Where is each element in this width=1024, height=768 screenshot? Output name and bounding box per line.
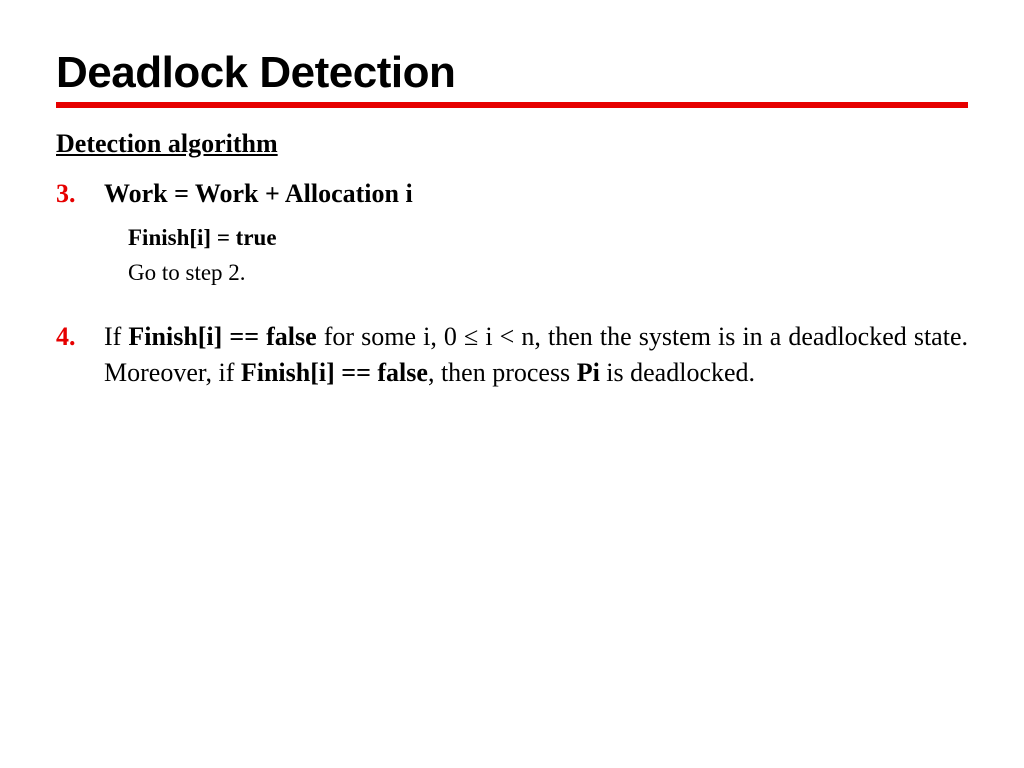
text-run-bold: Finish[i] == false xyxy=(241,358,428,387)
item-3-sublines: Finish[i] = true Go to step 2. xyxy=(128,222,968,289)
item-number: 4. xyxy=(56,319,104,391)
text-run: If xyxy=(104,322,128,351)
list-item-3: 3. Work = Work + Allocation i xyxy=(56,176,968,212)
text-run: is deadlocked. xyxy=(600,358,755,387)
slide-title: Deadlock Detection xyxy=(56,48,968,98)
slide-content: Detection algorithm 3. Work = Work + All… xyxy=(56,126,968,391)
sub-line-bold: Finish[i] = true xyxy=(128,222,968,254)
item-headline: Work = Work + Allocation i xyxy=(104,176,968,212)
item-body: If Finish[i] == false for some i, 0 ≤ i … xyxy=(104,319,968,391)
item-number: 3. xyxy=(56,176,104,212)
title-underline xyxy=(56,102,968,108)
text-run-bold: Pi xyxy=(577,358,600,387)
sub-line-plain: Go to step 2. xyxy=(128,257,968,289)
section-heading: Detection algorithm xyxy=(56,126,968,162)
text-run-bold: Finish[i] == false xyxy=(128,322,316,351)
text-run: , then process xyxy=(428,358,577,387)
list-item-4: 4. If Finish[i] == false for some i, 0 ≤… xyxy=(56,319,968,391)
